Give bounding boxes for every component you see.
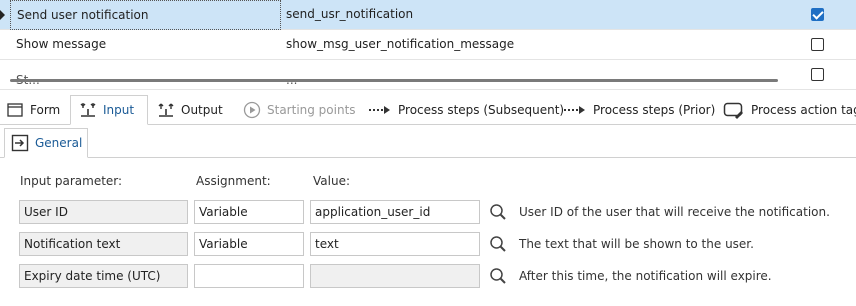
assignment-field[interactable]: Variable	[194, 232, 304, 256]
tab-label: Input	[103, 103, 135, 117]
search-icon[interactable]	[489, 203, 507, 221]
app-root: Send user notification send_usr_notifica…	[0, 0, 856, 306]
assignment-field[interactable]	[194, 264, 304, 288]
tab-label: Process steps (Prior)	[593, 103, 716, 117]
grid-cell-name[interactable]: Send user notification	[10, 0, 281, 30]
grid-row-checkbox[interactable]	[811, 68, 824, 81]
grid-row[interactable]: Send user notification send_usr_notifica…	[0, 0, 856, 30]
grid-row-checkbox[interactable]	[811, 38, 824, 51]
value-field[interactable]: application_user_id	[310, 200, 480, 224]
search-icon[interactable]	[489, 267, 507, 285]
sub-tabbar: General	[0, 125, 856, 158]
tag-icon	[723, 101, 745, 119]
tab-label: Process action tags	[751, 103, 856, 117]
play-circle-icon	[243, 101, 261, 119]
detail-tabbar: Form Input Output Starting points Proces…	[0, 95, 856, 125]
value-header: Value:	[313, 174, 350, 188]
value-field[interactable]	[310, 264, 480, 288]
output-icon	[157, 101, 175, 119]
enter-icon	[11, 134, 29, 152]
tab-input[interactable]: Input	[70, 95, 148, 125]
parameter-description: The text that will be shown to the user.	[519, 237, 754, 251]
input-icon	[79, 101, 97, 119]
grid-cell-id[interactable]: send_usr_notification	[286, 0, 413, 30]
tab-label: General	[35, 136, 83, 150]
row-pointer-icon	[0, 10, 5, 20]
tab-label: Process steps (Subsequent)	[398, 103, 565, 117]
tab-process-action-tags[interactable]: Process action tags	[723, 95, 856, 125]
assignment-field[interactable]: Variable	[194, 200, 304, 224]
parameter-description: After this time, the notification will e…	[519, 269, 772, 283]
parameter-description: User ID of the user that will receive th…	[519, 205, 830, 219]
parameter-row: User ID Variable application_user_id Use…	[0, 200, 856, 224]
grid-cell-name[interactable]: Show message	[10, 30, 281, 60]
input-parameter-header: Input parameter:	[20, 174, 123, 188]
tab-process-steps-subsequent[interactable]: Process steps (Subsequent)	[368, 95, 564, 125]
tab-starting-points[interactable]: Starting points	[243, 95, 356, 125]
grid-row[interactable]: Show message show_msg_user_notification_…	[0, 30, 856, 60]
parameter-name: Expiry date time (UTC)	[19, 264, 188, 288]
value-field[interactable]: text	[310, 232, 480, 256]
process-actions-grid: Send user notification send_usr_notifica…	[0, 0, 856, 94]
dotted-arrow-icon	[563, 101, 587, 119]
dotted-arrow-icon	[368, 101, 392, 119]
grid-row[interactable]: St... ...	[0, 60, 856, 90]
tab-label: Output	[181, 103, 223, 117]
parameter-row: Notification text Variable text The text…	[0, 232, 856, 256]
tab-form[interactable]: Form	[6, 95, 60, 125]
form-icon	[6, 101, 24, 119]
parameter-name: Notification text	[19, 232, 188, 256]
search-icon[interactable]	[489, 235, 507, 253]
assignment-header: Assignment:	[196, 174, 271, 188]
tab-general[interactable]: General	[4, 128, 88, 158]
tab-label: Form	[30, 103, 61, 117]
parameter-name: User ID	[19, 200, 188, 224]
tab-process-steps-prior[interactable]: Process steps (Prior)	[563, 95, 715, 125]
parameter-row: Expiry date time (UTC) After this time, …	[0, 264, 856, 288]
horizontal-scrollbar[interactable]	[10, 79, 778, 82]
tab-label: Starting points	[267, 103, 356, 117]
grid-row-checkbox[interactable]	[811, 8, 824, 21]
tab-output[interactable]: Output	[157, 95, 223, 125]
grid-cell-id[interactable]: show_msg_user_notification_message	[286, 30, 514, 60]
